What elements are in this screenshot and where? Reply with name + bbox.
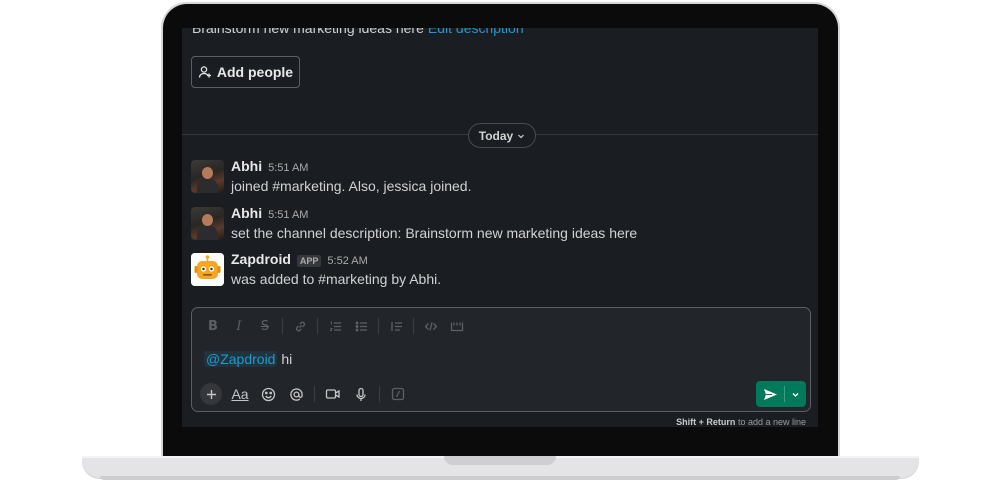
compose-input[interactable]: @Zapdroid hi [204, 351, 292, 367]
bot-avatar[interactable] [191, 253, 224, 286]
video-icon[interactable] [319, 382, 347, 406]
plus-icon[interactable] [200, 383, 222, 405]
italic-icon[interactable]: I [226, 315, 252, 337]
message-header: Abhi 5:51 AM [231, 205, 308, 221]
chevron-down-icon [792, 392, 798, 397]
app-badge: APP [296, 255, 322, 267]
message-item: Zapdroid APP 5:52 AM was added to #marke… [191, 251, 801, 293]
composer-hint: Shift + Return to add a new line [676, 417, 806, 427]
message-item: Abhi 5:51 AM set the channel description… [191, 205, 801, 247]
user-avatar[interactable] [191, 207, 224, 240]
add-person-icon [198, 66, 211, 78]
edit-description-link[interactable]: Edit description [428, 28, 524, 36]
hint-text: to add a new line [737, 417, 806, 427]
chevron-down-icon [518, 134, 525, 138]
message-text: was added to #marketing by Abhi. [231, 271, 442, 287]
message-text: set the channel description: Brainstorm … [231, 225, 638, 241]
sender-name[interactable]: Abhi [231, 205, 262, 221]
date-divider-button[interactable]: Today [468, 123, 536, 148]
channel-description-text: Brainstorm new marketing ideas here [192, 28, 424, 36]
message-timestamp[interactable]: 5:52 AM [327, 255, 367, 267]
message-text: joined #marketing. Also, jessica joined. [231, 178, 472, 194]
message-timestamp[interactable]: 5:51 AM [268, 162, 308, 174]
microphone-icon[interactable] [347, 382, 375, 406]
toolbar-divider [413, 318, 414, 334]
message-header: Abhi 5:51 AM [231, 158, 308, 174]
user-avatar[interactable] [191, 160, 224, 193]
text-format-icon[interactable]: Aa [226, 382, 254, 406]
blockquote-icon[interactable] [383, 315, 409, 337]
slack-channel-screen: Brainstorm new marketing ideas here Edit … [182, 28, 818, 427]
bold-icon[interactable]: B [200, 315, 226, 337]
laptop-notch [444, 456, 556, 465]
toolbar-divider [379, 386, 380, 402]
slash-command-icon[interactable] [384, 382, 412, 406]
code-icon[interactable] [418, 315, 444, 337]
message-item: Abhi 5:51 AM joined #marketing. Also, je… [191, 158, 801, 200]
code-block-icon[interactable] [444, 315, 470, 337]
sender-name[interactable]: Zapdroid [231, 251, 291, 267]
link-icon[interactable] [287, 315, 313, 337]
message-header: Zapdroid APP 5:52 AM [231, 251, 368, 267]
message-timestamp[interactable]: 5:51 AM [268, 209, 308, 221]
channel-intro-description: Brainstorm new marketing ideas here Edit … [192, 28, 524, 36]
add-people-button[interactable]: Add people [191, 56, 300, 88]
mention-chip[interactable]: @Zapdroid [204, 351, 278, 367]
date-divider-label: Today [478, 128, 514, 143]
ordered-list-icon[interactable] [322, 315, 348, 337]
toolbar-divider [282, 318, 283, 334]
hint-key: Shift + Return [676, 417, 736, 427]
add-people-label: Add people [216, 64, 294, 80]
mention-icon[interactable] [282, 382, 310, 406]
formatting-toolbar: B I S [200, 315, 470, 337]
sender-name[interactable]: Abhi [231, 158, 262, 174]
robot-icon [191, 253, 224, 286]
composer-toolbar: Aa [200, 382, 412, 406]
send-button[interactable] [756, 381, 784, 407]
toolbar-divider [314, 386, 315, 402]
toolbar-divider [317, 318, 318, 334]
send-button-group [756, 381, 806, 407]
compose-input-text: hi [281, 351, 293, 367]
send-icon [763, 388, 777, 400]
bulleted-list-icon[interactable] [348, 315, 374, 337]
schedule-send-button[interactable] [785, 381, 805, 407]
strikethrough-icon[interactable]: S [252, 315, 278, 337]
laptop-base-edge [100, 476, 900, 480]
toolbar-divider [378, 318, 379, 334]
emoji-icon[interactable] [254, 382, 282, 406]
message-composer[interactable]: B I S @Zapdroid hi Aa [191, 307, 811, 412]
